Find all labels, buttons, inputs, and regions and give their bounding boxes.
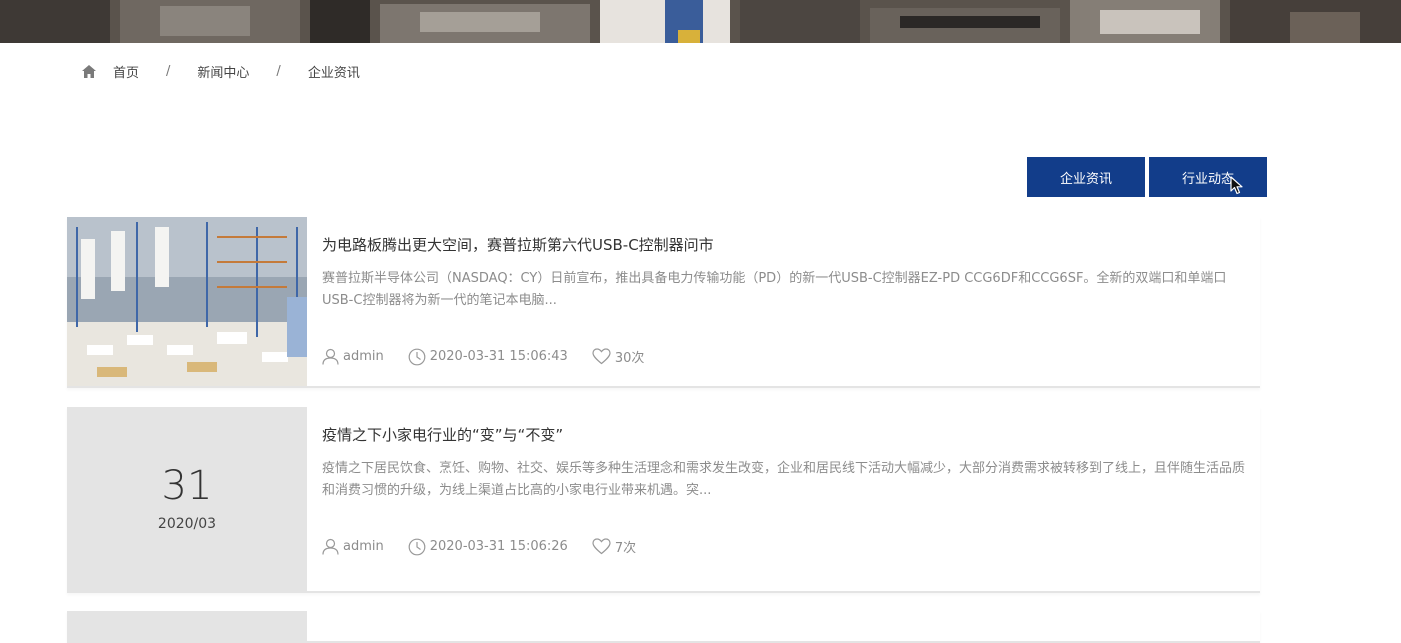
- like-count: 7次: [614, 541, 637, 556]
- news-likes: 30次: [592, 347, 645, 366]
- news-date-block: 31 2020/03: [67, 407, 307, 591]
- publish-time: 2020-03-31 15:06:43: [429, 349, 568, 364]
- tab-company-news[interactable]: 企业资讯: [1027, 157, 1145, 197]
- user-icon: [322, 538, 339, 555]
- author-name: admin: [343, 349, 384, 364]
- breadcrumb: 首页 / 新闻中心 / 企业资讯: [82, 62, 360, 81]
- news-date-block: [67, 611, 307, 641]
- news-datetime: 2020-03-31 15:06:43: [408, 348, 568, 366]
- mouse-cursor-icon: [1230, 176, 1243, 195]
- news-meta: admin 2020-03-31 15:06:26 7次: [322, 537, 660, 556]
- news-datetime: 2020-03-31 15:06:26: [408, 538, 568, 556]
- news-list-item[interactable]: [67, 611, 1260, 643]
- clock-icon: [408, 348, 426, 365]
- news-title[interactable]: 疫情之下小家电行业的“变”与“不变”: [322, 424, 563, 445]
- breadcrumb-current-page[interactable]: 企业资讯: [308, 62, 360, 81]
- news-author: admin: [322, 348, 384, 365]
- clock-icon: [408, 538, 426, 555]
- breadcrumb-separator: /: [166, 63, 171, 79]
- top-banner-image: [0, 0, 1401, 43]
- tab-industry-news[interactable]: 行业动态: [1149, 157, 1267, 197]
- news-author: admin: [322, 538, 384, 555]
- heart-icon: [592, 538, 611, 555]
- heart-icon: [592, 348, 611, 365]
- publish-time: 2020-03-31 15:06:26: [429, 539, 568, 554]
- date-day: 31: [161, 463, 213, 509]
- news-title[interactable]: 为电路板腾出更大空间，赛普拉斯第六代USB-C控制器问市: [322, 234, 714, 255]
- home-icon[interactable]: [82, 64, 96, 78]
- news-meta: admin 2020-03-31 15:06:43 30次: [322, 347, 668, 366]
- breadcrumb-separator: /: [276, 63, 281, 79]
- news-summary: 疫情之下居民饮食、烹饪、购物、社交、娱乐等多种生活理念和需求发生改变，企业和居民…: [322, 461, 1246, 498]
- breadcrumb-home-link[interactable]: 首页: [113, 62, 139, 81]
- news-thumbnail[interactable]: [67, 217, 307, 386]
- like-count: 30次: [614, 351, 645, 366]
- author-name: admin: [343, 539, 384, 554]
- news-list-item[interactable]: 31 2020/03 疫情之下小家电行业的“变”与“不变” 疫情之下居民饮食、烹…: [67, 407, 1260, 593]
- breadcrumb-news-center-link[interactable]: 新闻中心: [197, 62, 249, 81]
- user-icon: [322, 348, 339, 365]
- news-list-item[interactable]: 为电路板腾出更大空间，赛普拉斯第六代USB-C控制器问市 赛普拉斯半导体公司（N…: [67, 217, 1260, 388]
- date-year-month: 2020/03: [157, 516, 217, 532]
- news-summary: 赛普拉斯半导体公司（NASDAQ：CY）日前宣布，推出具备电力传输功能（PD）的…: [322, 271, 1227, 308]
- news-likes: 7次: [592, 537, 636, 556]
